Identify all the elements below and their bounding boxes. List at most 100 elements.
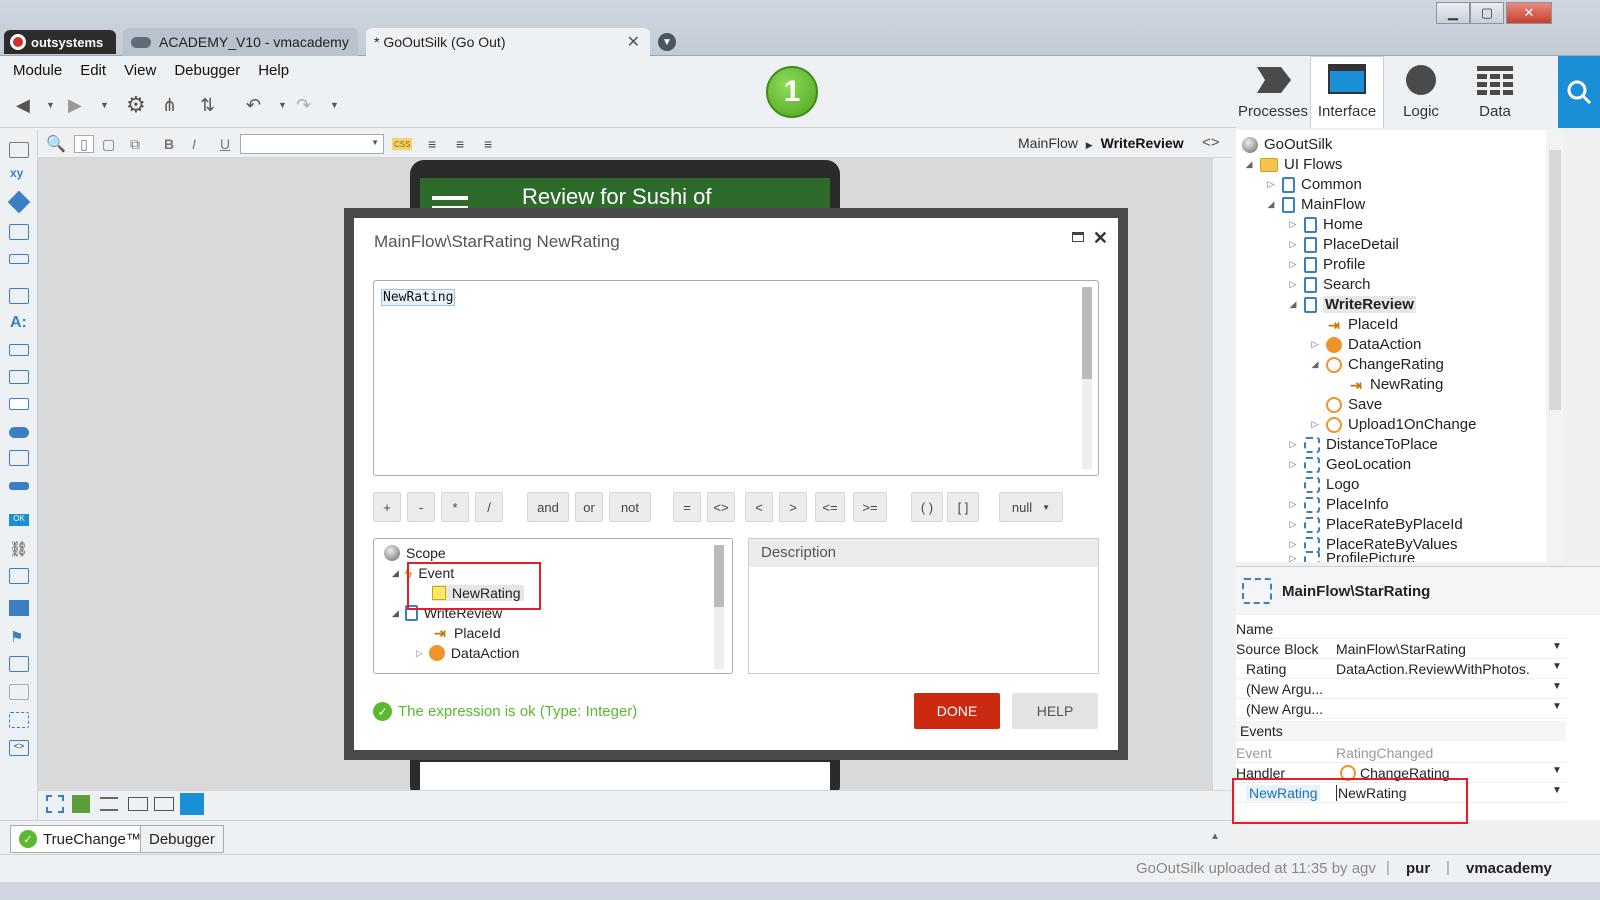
tree-changerating[interactable]: ◢ ChangeRating xyxy=(1310,356,1444,373)
chevron-down-icon[interactable]: ▼ xyxy=(1552,641,1562,652)
done-button[interactable]: DONE xyxy=(914,693,1000,729)
undo-icon[interactable]: ↶ xyxy=(246,94,261,116)
expand-arrow-icon[interactable]: ▷ xyxy=(1310,339,1320,350)
popup-view-icon[interactable] xyxy=(154,797,174,811)
scope-scrollbar[interactable] xyxy=(714,545,724,669)
close-tab-icon[interactable]: ✕ xyxy=(627,32,640,52)
underline-icon[interactable]: U xyxy=(220,135,230,153)
prop-name[interactable]: Name xyxy=(1236,619,1566,639)
widget-tree-icon[interactable] xyxy=(180,793,204,815)
code-toggle-icon[interactable]: <> xyxy=(1202,134,1220,151)
menu-help[interactable]: Help xyxy=(258,62,289,79)
forward-icon[interactable]: ▶ xyxy=(68,94,82,116)
expand-arrow-icon[interactable]: ▷ xyxy=(1288,239,1298,250)
text-widget-icon[interactable]: A: xyxy=(10,314,27,332)
tree-upload[interactable]: ▷ Upload1OnChange xyxy=(1310,416,1477,433)
italic-icon[interactable]: I xyxy=(192,135,196,153)
tab-academy[interactable]: ACADEMY_V10 - vmacademy xyxy=(123,28,358,56)
tree-module[interactable]: GoOutSilk xyxy=(1242,136,1332,153)
op-brackets-button[interactable]: [ ] xyxy=(947,492,979,522)
tree-placedetail[interactable]: ▷ PlaceDetail xyxy=(1288,236,1399,253)
prop-rating[interactable]: Rating DataAction.ReviewWithPhotos. ▼ xyxy=(1236,659,1566,679)
op-plus-button[interactable]: + xyxy=(373,492,401,522)
checkbox-widget-icon[interactable] xyxy=(9,450,29,466)
back-dropdown-icon[interactable]: ▼ xyxy=(46,94,55,116)
tree-save[interactable]: Save xyxy=(1326,396,1382,413)
expand-arrow-icon[interactable]: ▷ xyxy=(1310,419,1320,430)
op-or-button[interactable]: or xyxy=(575,492,603,522)
tab-interface[interactable]: Interface xyxy=(1310,56,1384,128)
collapse-arrow-icon[interactable]: ◢ xyxy=(1288,299,1298,310)
close-icon[interactable]: ✕ xyxy=(1093,228,1108,249)
expand-arrow-icon[interactable]: ▷ xyxy=(1288,439,1298,450)
close-window-button[interactable]: ✕ xyxy=(1506,2,1552,24)
list-view-icon[interactable] xyxy=(100,797,118,811)
collapse-arrow-icon[interactable]: ◢ xyxy=(1310,359,1320,370)
tab-dropdown-icon[interactable]: ▼ xyxy=(658,33,676,51)
style-dropdown[interactable]: ▼ xyxy=(240,134,384,154)
expand-arrow-icon[interactable]: ▷ xyxy=(1288,553,1298,562)
chevron-down-icon[interactable]: ▼ xyxy=(1552,765,1562,776)
flag-widget-icon[interactable]: ⚑ xyxy=(10,628,23,646)
op-and-button[interactable]: and xyxy=(527,492,569,522)
prop-new-argument[interactable]: (New Argu... ▼ xyxy=(1236,679,1566,699)
chevron-down-icon[interactable]: ▼ xyxy=(1552,661,1562,672)
redo-dropdown-icon[interactable]: ▼ xyxy=(330,94,339,116)
tree-placeid[interactable]: ⇥ PlaceId xyxy=(1326,316,1398,333)
menu-debugger[interactable]: Debugger xyxy=(174,62,240,79)
tab-gooutsilk[interactable]: * GoOutSilk (Go Out) ✕ xyxy=(366,28,650,56)
collapse-arrow-icon[interactable]: ◢ xyxy=(392,568,399,579)
op-lessequal-button[interactable]: <= xyxy=(815,492,845,522)
tab-debugger[interactable]: Debugger xyxy=(140,825,224,853)
block-view-icon[interactable] xyxy=(46,795,64,813)
tree-mainflow[interactable]: ◢ MainFlow xyxy=(1266,196,1366,213)
tree-dataaction[interactable]: ▷ DataAction xyxy=(1310,336,1422,353)
op-greaterequal-button[interactable]: >= xyxy=(853,492,887,522)
op-notequal-button[interactable]: <> xyxy=(707,492,735,522)
op-parens-button[interactable]: ( ) xyxy=(911,492,943,522)
op-not-button[interactable]: not xyxy=(609,492,651,522)
tree-home[interactable]: ▷ Home xyxy=(1288,216,1363,233)
label-widget-icon[interactable] xyxy=(9,344,29,356)
align-center-icon[interactable]: ≡ xyxy=(456,135,464,153)
collapse-arrow-icon[interactable]: ◢ xyxy=(1266,199,1276,210)
op-multiply-button[interactable]: * xyxy=(441,492,469,522)
op-divide-button[interactable]: / xyxy=(475,492,503,522)
dependencies-icon[interactable]: ⋔ xyxy=(162,94,177,116)
align-left-icon[interactable]: ≡ xyxy=(428,135,436,153)
tree-scroll-thumb[interactable] xyxy=(1549,150,1561,410)
expand-panel-icon[interactable]: ▲ xyxy=(1210,831,1220,842)
tree-placeratebyid[interactable]: ▷ PlaceRateByPlaceId xyxy=(1288,516,1463,533)
maximize-button[interactable]: ▢ xyxy=(1470,2,1504,24)
block-widget-icon[interactable] xyxy=(9,254,29,264)
layout-icon[interactable]: ⧉ xyxy=(130,135,140,153)
prop-new-argument[interactable]: (New Argu... ▼ xyxy=(1236,699,1566,719)
expression-text[interactable]: NewRating xyxy=(381,289,456,306)
collapse-arrow-icon[interactable]: ◢ xyxy=(1244,159,1254,170)
block-instance-icon[interactable] xyxy=(9,712,29,728)
scope-root[interactable]: Scope xyxy=(384,545,446,561)
popup-widget-icon[interactable] xyxy=(9,684,29,700)
input-widget-icon[interactable] xyxy=(9,370,29,384)
chevron-down-icon[interactable]: ▼ xyxy=(1552,701,1562,712)
menu-edit[interactable]: Edit xyxy=(80,62,106,79)
tree-newrating[interactable]: ⇥ NewRating xyxy=(1348,376,1443,393)
image-view-icon[interactable] xyxy=(72,795,90,813)
collapse-arrow-icon[interactable]: ◢ xyxy=(392,608,399,619)
container-widget-icon[interactable] xyxy=(9,142,29,158)
table-widget-icon[interactable] xyxy=(9,568,29,584)
expand-arrow-icon[interactable]: ▷ xyxy=(1288,219,1298,230)
tree-logo[interactable]: Logo xyxy=(1304,476,1359,493)
environment-name[interactable]: pur xyxy=(1406,860,1430,877)
chevron-down-icon[interactable]: ▼ xyxy=(1552,681,1562,692)
tree-distance[interactable]: ▷ DistanceToPlace xyxy=(1288,436,1438,453)
expand-arrow-icon[interactable]: ▷ xyxy=(416,648,423,659)
chevron-down-icon[interactable]: ▼ xyxy=(1552,785,1562,796)
button-group-widget-icon[interactable] xyxy=(9,482,29,490)
tab-processes[interactable]: Processes xyxy=(1236,56,1310,128)
tree-search[interactable]: ▷ Search xyxy=(1288,276,1371,293)
form-widget-icon[interactable] xyxy=(9,288,29,304)
expand-arrow-icon[interactable]: ▷ xyxy=(1288,279,1298,290)
container-view-icon[interactable] xyxy=(128,797,148,811)
align-right-icon[interactable]: ≡ xyxy=(484,135,492,153)
